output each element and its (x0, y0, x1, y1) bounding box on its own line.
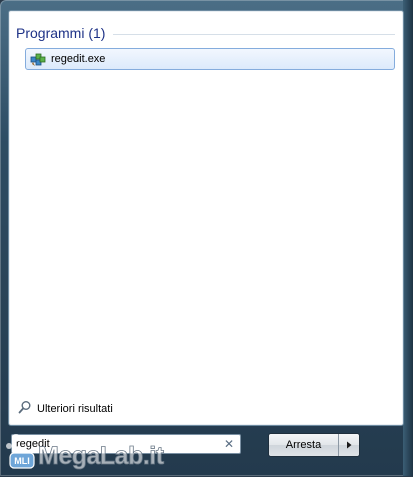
watermark-brand: MegaLab.it (38, 442, 165, 470)
more-results-label: Ulteriori risultati (37, 403, 113, 415)
results-group-header: Programmi (1) (16, 23, 395, 43)
shutdown-options-button[interactable] (338, 434, 359, 456)
watermark: MLI MegaLab.it (2, 430, 192, 472)
group-title[interactable]: Programmi (1) (16, 25, 113, 41)
shutdown-button-group: Arresta (268, 433, 360, 457)
arrow-right-icon (347, 441, 352, 449)
group-divider (113, 33, 395, 35)
shutdown-button[interactable]: Arresta (269, 434, 338, 456)
more-results-link[interactable]: Ulteriori risultati (18, 400, 113, 419)
search-results-panel: Programmi (1) regedit.exe Ulteriori risu… (8, 10, 404, 426)
close-icon[interactable]: ✕ (224, 437, 234, 451)
regedit-icon (30, 51, 46, 67)
search-icon (18, 400, 32, 419)
watermark-badge: MLI (14, 456, 30, 466)
result-item-regedit[interactable]: regedit.exe (25, 48, 395, 70)
result-label: regedit.exe (51, 53, 106, 65)
